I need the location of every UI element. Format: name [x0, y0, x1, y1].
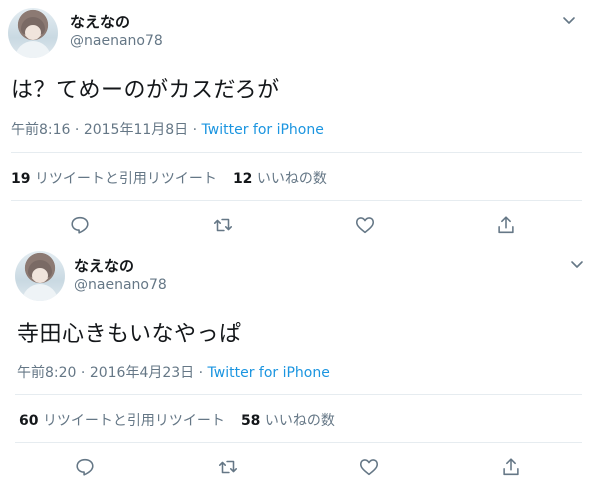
retweets-count: 19: [11, 171, 31, 187]
author-name[interactable]: なえなの: [74, 255, 134, 276]
author-name[interactable]: なえなの: [70, 11, 130, 32]
tweet-stats: 19 リツイートと引用リツイート 12 いいねの数: [11, 168, 327, 188]
tweet-stats: 60 リツイートと引用リツイート 58 いいねの数: [19, 410, 335, 430]
share-icon[interactable]: [500, 456, 524, 477]
tweet-actions: [4, 456, 593, 477]
heart-icon[interactable]: [358, 456, 382, 477]
divider: [15, 394, 582, 395]
avatar[interactable]: [15, 251, 65, 301]
tweet-time[interactable]: 午前8:16: [11, 122, 70, 138]
divider: [11, 152, 582, 153]
retweets-stat[interactable]: 60 リツイートと引用リツイート: [19, 413, 225, 429]
likes-label: いいねの数: [264, 413, 335, 429]
share-icon[interactable]: [495, 214, 519, 238]
author-handle[interactable]: @naenano78: [74, 277, 167, 293]
reply-icon[interactable]: [69, 214, 93, 238]
chevron-down-icon[interactable]: [561, 12, 577, 28]
tweet-text: 寺田心きもいなやっぱ: [17, 322, 242, 347]
retweet-icon[interactable]: [217, 456, 241, 477]
reply-icon[interactable]: [74, 456, 98, 477]
tweet: なえなの @naenano78 寺田心きもいなやっぱ 午前8:20 · 2016…: [4, 242, 593, 477]
tweet: なえなの @naenano78 は？てめーのがカスだろが 午前8:16 · 20…: [0, 0, 593, 242]
retweets-count: 60: [19, 413, 39, 429]
heart-icon[interactable]: [354, 214, 378, 238]
tweet-meta: 午前8:16 · 2015年11月8日 · Twitter for iPhone: [11, 122, 324, 138]
tweet-time[interactable]: 午前8:20: [17, 365, 76, 381]
tweet-meta: 午前8:20 · 2016年4月23日 · Twitter for iPhone: [17, 365, 330, 381]
retweet-icon[interactable]: [212, 214, 236, 238]
retweets-label: リツイートと引用リツイート: [34, 171, 217, 187]
tweet-source-link[interactable]: Twitter for iPhone: [208, 365, 330, 381]
likes-stat[interactable]: 12 いいねの数: [233, 171, 327, 187]
tweet-detail-page: なえなの @naenano78 は？てめーのがカスだろが 午前8:16 · 20…: [0, 0, 593, 477]
chevron-down-icon[interactable]: [569, 256, 585, 272]
tweet-source-link[interactable]: Twitter for iPhone: [202, 122, 324, 138]
tweet-date[interactable]: 2016年4月23日: [90, 365, 194, 381]
likes-count: 58: [240, 413, 261, 429]
likes-label: いいねの数: [256, 171, 327, 187]
divider: [15, 442, 582, 443]
likes-stat[interactable]: 58 いいねの数: [241, 413, 335, 429]
retweets-label: リツイートと引用リツイート: [42, 413, 225, 429]
likes-count: 12: [232, 171, 253, 187]
retweets-stat[interactable]: 19 リツイートと引用リツイート: [11, 171, 217, 187]
tweet-text: は？てめーのがカスだろが: [11, 78, 280, 103]
author-handle[interactable]: @naenano78: [70, 33, 163, 49]
tweet-date[interactable]: 2015年11月8日: [84, 122, 188, 138]
tweet-actions: [0, 214, 593, 238]
avatar[interactable]: [8, 8, 58, 58]
divider: [11, 200, 582, 201]
